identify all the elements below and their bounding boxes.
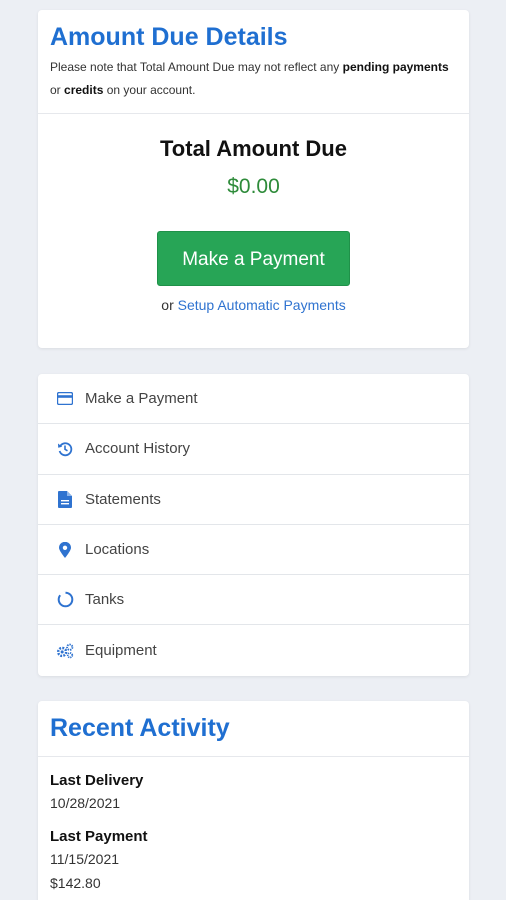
- recent-activity-title: Recent Activity: [50, 714, 230, 742]
- make-payment-button[interactable]: Make a Payment: [157, 231, 350, 286]
- last-payment-group: Last Payment 11/15/2021 $142.80: [50, 827, 457, 895]
- last-payment-label: Last Payment: [50, 828, 148, 845]
- recent-activity-card: Recent Activity Last Delivery 10/28/2021…: [38, 701, 469, 900]
- history-icon: [56, 440, 74, 458]
- amount-due-header: Amount Due Details Please note that Tota…: [38, 10, 469, 114]
- total-amount-value: $0.00: [227, 175, 280, 198]
- note-pending-payments: pending payments: [342, 60, 449, 74]
- amount-due-body: Total Amount Due $0.00 Make a Payment or…: [38, 135, 469, 314]
- auto-payments-line: or Setup Automatic Payments: [38, 296, 469, 314]
- last-payment-amount: $142.80: [50, 875, 101, 891]
- menu-item-label: Account History: [85, 440, 191, 458]
- document-icon: [56, 490, 74, 508]
- menu-item-make-payment[interactable]: Make a Payment: [38, 374, 469, 425]
- last-delivery-date: 10/28/2021: [50, 795, 121, 811]
- menu-item-statements[interactable]: Statements: [38, 475, 469, 525]
- menu-item-label: Locations: [85, 541, 150, 559]
- recent-activity-body: Last Delivery 10/28/2021 Last Payment 11…: [38, 757, 469, 900]
- note-credits: credits: [64, 83, 104, 97]
- menu-item-label: Make a Payment: [85, 390, 198, 408]
- setup-automatic-payments-link[interactable]: Setup Automatic Payments: [178, 297, 346, 313]
- auto-payments-prefix: or: [161, 297, 174, 313]
- menu-item-tanks[interactable]: Tanks: [38, 575, 469, 626]
- note-mid: or: [50, 83, 61, 97]
- menu-item-label: Statements: [85, 490, 161, 508]
- menu-item-equipment[interactable]: Equipment: [38, 625, 469, 675]
- note-prefix: Please note that Total Amount Due may no…: [50, 60, 340, 74]
- note-suffix: on your account.: [106, 83, 196, 97]
- account-menu: Make a Payment Account History Statement…: [38, 374, 469, 676]
- last-payment-date: 11/15/2021: [50, 851, 120, 867]
- amount-due-title: Amount Due Details: [50, 23, 288, 51]
- menu-item-label: Tanks: [85, 591, 125, 609]
- gears-icon: [56, 642, 74, 660]
- menu-item-locations[interactable]: Locations: [38, 525, 469, 576]
- amount-due-note: Please note that Total Amount Due may no…: [50, 56, 457, 102]
- circle-icon: [56, 591, 74, 609]
- menu-item-label: Equipment: [85, 642, 157, 660]
- total-amount-label: Total Amount Due: [160, 136, 347, 161]
- menu-item-account-history[interactable]: Account History: [38, 424, 469, 475]
- credit-card-icon: [56, 390, 74, 408]
- last-delivery-group: Last Delivery 10/28/2021: [50, 771, 457, 815]
- last-delivery-label: Last Delivery: [50, 772, 144, 789]
- recent-activity-header: Recent Activity: [38, 701, 469, 757]
- amount-due-card: Amount Due Details Please note that Tota…: [38, 10, 469, 348]
- map-pin-icon: [56, 541, 74, 559]
